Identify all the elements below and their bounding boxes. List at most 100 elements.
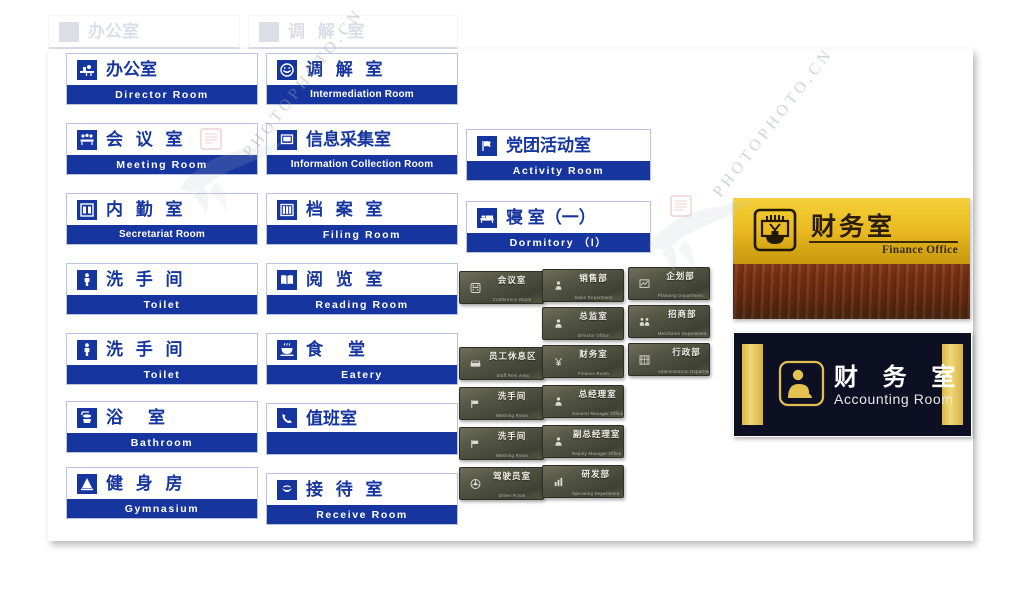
sign-label-en: Bathroom [130,436,194,449]
plaque-label-cn: 企划部 [666,270,695,281]
sign-top: 档 案 室 [267,194,457,225]
sign-top: 洗 手 间 [67,264,257,295]
ghost-label: 办公室 [88,22,139,41]
meeting-table-icon [77,129,97,150]
screenshot-canvas: 办公室 Director Room 会 议 室 Meeting Room 内 勤… [0,0,1024,592]
sign-bathroom[interactable]: 浴 室 Bathroom [66,401,258,453]
plaque-label-en: Deputy Manager Office [572,450,622,456]
sign-secretariat-room[interactable]: 内 勤 室 Secretariat Room [66,193,258,245]
sign-bar [267,432,457,454]
sign-bar: Meeting Room [67,155,257,174]
sign-bar: Filing Room [267,225,457,244]
plaque-label-en: Operating Department [572,490,620,496]
open-book-icon [277,269,297,290]
plaque-text: 会议室 Conference Room [489,272,543,303]
sign-label-cn: 信息采集室 [306,130,391,149]
gold-finance-sign[interactable]: 财务室 Finance Office [733,198,970,319]
plaque-washing-room-2[interactable]: 洗手间 Washing Room [459,427,544,460]
sign-label-cn: 调 解 室 [306,60,387,79]
reception-icon [277,479,297,500]
sign-top: 食 堂 [267,334,457,365]
plaque-label-cn: 总经理室 [578,388,617,399]
sign-top: 内 勤 室 [67,194,257,225]
sign-bar: Information Collection Room [267,155,457,174]
sign-label-cn: 办公室 [106,60,157,79]
plaque-finance-room[interactable]: 财务室 Finance Room [542,345,624,378]
sign-toilet-2[interactable]: 洗 手 间 Toilet [66,333,258,385]
steering-wheel-icon [468,477,483,491]
sign-top: 健 身 房 [67,468,257,499]
sign-activity-room[interactable]: 党团活动室 Activity Room [466,129,651,181]
sign-label-cn: 内 勤 室 [106,200,187,219]
plaque-label-en: Washing Room [495,452,529,458]
sign-filing-room[interactable]: 档 案 室 Filing Room [266,193,458,245]
handshake-smile-icon [259,21,279,42]
sign-reading-room[interactable]: 阅 览 室 Reading Room [266,263,458,315]
sign-gymnasium[interactable]: 健 身 房 Gymnasium [66,467,258,519]
bed-icon [477,207,497,228]
sign-top: 办公室 [67,54,257,85]
sign-eatery[interactable]: 食 堂 Eatery [266,333,458,385]
sign-top: 接 待 室 [267,474,457,505]
plaque-text: 总监室 Director Office [572,308,623,339]
sign-intermediation-room[interactable]: 调 解 室 Intermediation Room [266,53,458,105]
plaque-operating-department[interactable]: 研发部 Operating Department [542,465,624,498]
navy-sign-label-cn: 财 务 室 [834,364,965,391]
sign-receive-room[interactable]: 接 待 室 Receive Room [266,473,458,525]
plaque-text: 员工休息区 Staff Rest Area [489,348,543,379]
plaque-label-cn: 招商部 [668,308,697,319]
plaque-administration-department[interactable]: 行政部 Administration Department [628,343,710,376]
sign-bar: Director Room [67,85,257,104]
sign-top: 会 议 室 [67,124,257,155]
plaque-merchants-department[interactable]: 招商部 Merchants Department [628,305,710,338]
plaque-conference-room[interactable]: 会议室 Conference Room [459,271,544,304]
sign-label-cn: 洗 手 间 [106,270,187,289]
person-tie-icon [551,435,566,449]
restroom-sign-icon [468,437,483,451]
sign-top: 信息采集室 [267,124,457,155]
plaque-text: 财务室 Finance Room [572,346,623,377]
ghost-label: 调 解 室 [288,22,369,41]
plaque-text: 企划部 Planning Department [658,268,709,299]
party-flag-icon [477,135,497,156]
plaque-label-en: Finance Room [578,370,609,376]
navy-sign-label-en: Accounting Room [834,391,954,407]
plaque-deputy-manager-office[interactable]: 副总经理室 Deputy Manager Office [542,425,624,458]
person-tie-icon [551,317,566,331]
sign-information-collection-room[interactable]: 信息采集室 Information Collection Room [266,123,458,175]
plaque-director-office[interactable]: 总监室 Director Office [542,307,624,340]
bar-chart-icon [551,475,566,489]
plaque-label-cn: 会议室 [497,274,527,285]
plaque-driver-room[interactable]: 驾驶员室 Driver Room [459,467,544,500]
plaque-label-cn: 研发部 [581,468,610,479]
office-desk-icon [59,21,79,42]
sign-bar: Dormitory （l） [467,233,650,252]
sign-meeting-room[interactable]: 会 议 室 Meeting Room [66,123,258,175]
sign-label-cn: 值班室 [306,408,357,428]
sign-toilet-1[interactable]: 洗 手 间 Toilet [66,263,258,315]
person-tie-icon [551,395,566,409]
plaque-planning-department[interactable]: 企划部 Planning Department [628,267,710,300]
handshake-smile-icon [277,59,297,80]
sign-director-room[interactable]: 办公室 Director Room [66,53,258,105]
handshake-icon [551,279,566,293]
navy-accounting-sign[interactable]: 财 务 室 Accounting Room [733,332,972,437]
plaque-sales-department[interactable]: 销售部 Sales Department [542,269,624,302]
wood-panel [733,264,970,319]
plaque-staff-rest-area[interactable]: 员工休息区 Staff Rest Area [459,347,544,380]
plaque-general-manager-office[interactable]: 总经理室 General Manager Office [542,385,624,418]
sign-label-cn: 健 身 房 [106,474,187,493]
plaque-label-en: Director Office [577,332,610,338]
plaque-text: 洗手间 Washing Room [489,388,543,419]
sign-label-en: Filing Room [322,228,402,241]
gold-sign-label-cn: 财务室 [811,214,896,241]
sign-dormitory-1[interactable]: 寝 室（一） Dormitory （l） [466,201,651,253]
sign-duty-room[interactable]: 值班室 [266,403,458,455]
gold-band-left [742,344,763,425]
plaque-washing-room-1[interactable]: 洗手间 Washing Room [459,387,544,420]
sign-bar: Secretariat Room [67,225,257,244]
sofa-icon [468,357,483,371]
sign-bar: Activity Room [467,161,650,180]
chart-board-icon [637,277,652,291]
plaque-text: 招商部 Merchants Department [658,306,709,337]
